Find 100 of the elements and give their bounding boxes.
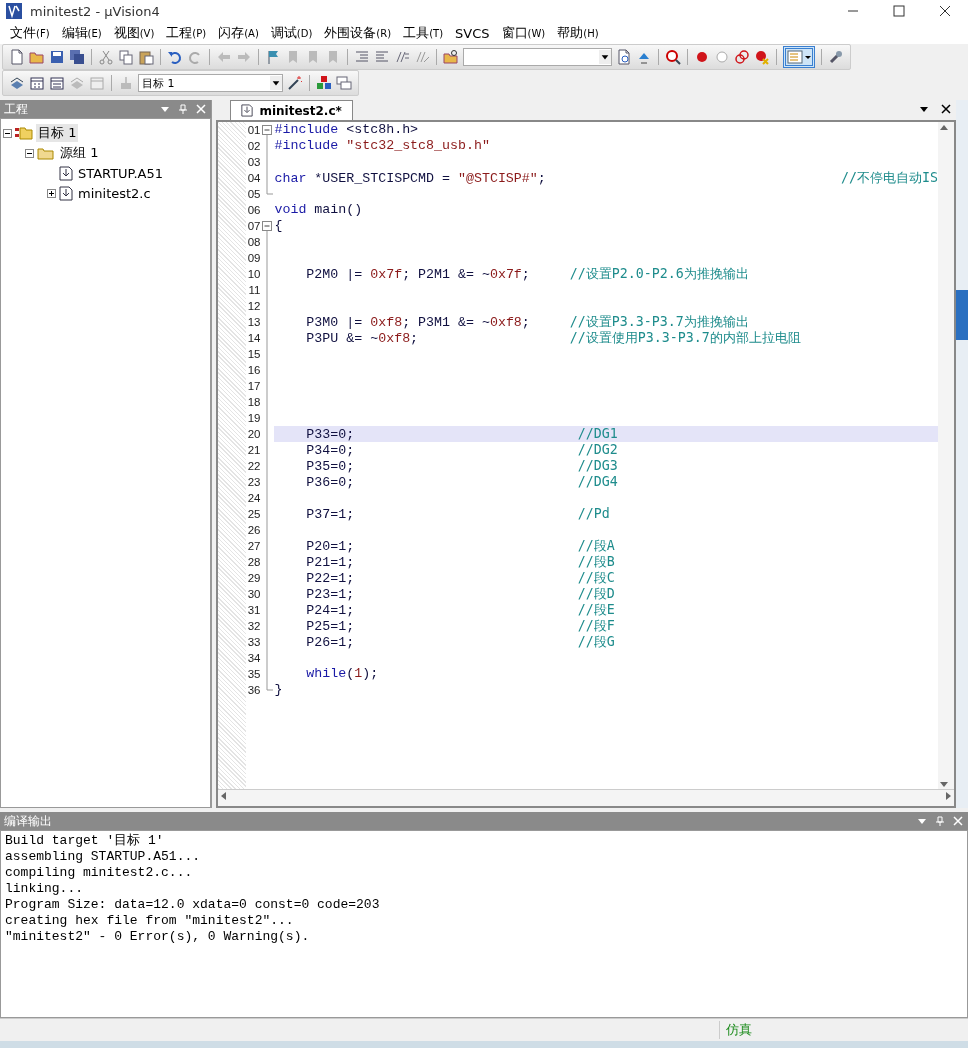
code-line: P35=0; //DG3 xyxy=(305,459,618,474)
output-line: linking... xyxy=(5,881,84,897)
tree-item[interactable]: STARTUP.A51 xyxy=(76,165,165,181)
components-icon[interactable] xyxy=(316,75,332,91)
line-number: 19 xyxy=(246,411,261,426)
dropdown-arrow-icon[interactable] xyxy=(271,78,281,88)
new-file-icon[interactable] xyxy=(9,49,25,65)
menu-item[interactable]: 工程(P) xyxy=(160,22,213,44)
target-folder-icon xyxy=(15,126,33,140)
dropdown-arrow-icon[interactable] xyxy=(600,52,610,62)
window-strip xyxy=(956,290,968,340)
line-number: 20 xyxy=(246,427,261,442)
save-icon[interactable] xyxy=(49,49,65,65)
code-line: P34=0; //DG2 xyxy=(305,443,618,458)
indent-icon[interactable] xyxy=(354,49,370,65)
line-number: 31 xyxy=(246,603,261,618)
code-line: #include "stc32_stc8_usb.h" xyxy=(274,138,490,153)
menu-item[interactable]: 窗口(W) xyxy=(495,22,552,44)
menu-item[interactable]: SVCS xyxy=(449,23,496,43)
close-icon[interactable] xyxy=(940,103,953,115)
code-line: char *USER_STCISPCMD = "@STCISP#"; //不停电自动IS xyxy=(274,171,939,186)
paste-icon[interactable] xyxy=(138,49,154,65)
save-all-icon[interactable] xyxy=(69,49,85,65)
target-select[interactable]: 目标 1 xyxy=(138,74,283,92)
pin-icon[interactable] xyxy=(177,103,190,115)
expand-icon[interactable] xyxy=(47,188,56,198)
fold-icon[interactable] xyxy=(260,218,275,234)
rebuild-icon[interactable] xyxy=(49,75,65,91)
code-line: P37=1; //Pd xyxy=(305,507,610,522)
code-line: P24=1; //段E xyxy=(305,603,615,618)
windows-icon[interactable] xyxy=(336,75,352,91)
line-number: 32 xyxy=(246,619,261,634)
code-line: P25=1; //段F xyxy=(305,619,615,634)
outdent-icon[interactable] xyxy=(374,49,390,65)
find-in-files-icon[interactable] xyxy=(616,49,632,65)
line-number: 35 xyxy=(246,667,261,682)
tree-item[interactable]: minitest2.c xyxy=(76,185,153,201)
line-number: 06 xyxy=(246,203,261,218)
output-line: compiling minitest2.c... xyxy=(5,865,194,881)
line-number: 12 xyxy=(246,299,261,314)
code-line: P26=1; //段G xyxy=(305,635,615,650)
code-editor[interactable] xyxy=(216,120,957,808)
rings-icon[interactable] xyxy=(734,49,750,65)
magic-wand-icon[interactable] xyxy=(287,75,303,91)
file-icon xyxy=(59,165,73,181)
copy-icon[interactable] xyxy=(118,49,134,65)
breakpoint-clear-icon[interactable] xyxy=(754,49,770,65)
output-line: Build target '目标 1' xyxy=(5,833,165,849)
code-line: #include <stc8h.h> xyxy=(274,122,419,137)
fold-icon[interactable] xyxy=(260,122,275,138)
menu-item[interactable]: 编辑(E) xyxy=(55,22,108,44)
line-number: 25 xyxy=(246,507,261,522)
code-line: P20=1; //段A xyxy=(305,539,615,554)
vertical-scrollbar[interactable] xyxy=(938,122,955,790)
menu-item[interactable]: 帮助(H) xyxy=(551,22,605,44)
code-line: P3PU &= ~0xf8; //设置使用P3.3-P3.7的内部上拉电阻 xyxy=(305,331,801,346)
panel-title: 编译输出 xyxy=(4,812,52,830)
window-layout-button[interactable] xyxy=(783,46,815,68)
line-number: 16 xyxy=(246,363,261,378)
panel-title: 工程 xyxy=(4,100,28,118)
line-number: 23 xyxy=(246,475,261,490)
editor-tab[interactable]: minitest2.c* xyxy=(230,100,353,120)
build-icon[interactable] xyxy=(29,75,45,91)
tree-item[interactable]: 目标 1 xyxy=(36,124,79,142)
line-number: 29 xyxy=(246,571,261,586)
tree-item[interactable]: 源组 1 xyxy=(58,144,101,162)
line-number: 02 xyxy=(246,139,261,154)
line-number: 26 xyxy=(246,523,261,538)
menu-item[interactable]: 工具(T) xyxy=(397,22,450,44)
menu-item[interactable]: 外围设备(R) xyxy=(318,22,398,44)
menu-item[interactable]: 视图(V) xyxy=(107,22,161,44)
code-line: P2M0 |= 0x7f; P2M1 &= ~0x7f; //设置P2.0-P2.6为推挽输出 xyxy=(305,267,749,282)
menu-item[interactable]: 闪存(A) xyxy=(212,22,265,44)
folder-search-icon[interactable] xyxy=(443,49,459,65)
output-line: creating hex file from "minitest2"... xyxy=(5,913,295,929)
line-number: 08 xyxy=(246,235,261,250)
collapse-icon[interactable] xyxy=(25,148,34,158)
menu-item[interactable]: 调试(D) xyxy=(264,22,319,44)
breakpoint-icon[interactable] xyxy=(694,49,710,65)
collapse-icon[interactable] xyxy=(3,128,12,138)
open-folder-icon[interactable] xyxy=(29,49,45,65)
menu-item[interactable]: 文件(F) xyxy=(4,22,56,44)
debug-icon[interactable] xyxy=(665,49,681,65)
cut-icon[interactable] xyxy=(98,49,114,65)
line-number: 18 xyxy=(246,395,261,410)
code-line: P36=0; //DG4 xyxy=(305,475,618,490)
horizontal-scrollbar[interactable] xyxy=(218,789,955,806)
line-number: 07 xyxy=(246,219,261,234)
uncomment-icon[interactable] xyxy=(414,49,430,65)
comment-icon[interactable] xyxy=(394,49,410,65)
code-line: void main() xyxy=(274,202,363,217)
flag-icon[interactable] xyxy=(265,49,281,65)
file-icon xyxy=(59,185,73,201)
translate-icon[interactable] xyxy=(9,75,25,91)
code-line: P23=1; //段D xyxy=(305,587,615,602)
line-number: 22 xyxy=(246,459,261,474)
pin-icon[interactable] xyxy=(934,815,946,827)
line-number: 24 xyxy=(246,491,261,506)
line-number: 15 xyxy=(246,347,261,362)
undo-icon[interactable] xyxy=(167,49,183,65)
